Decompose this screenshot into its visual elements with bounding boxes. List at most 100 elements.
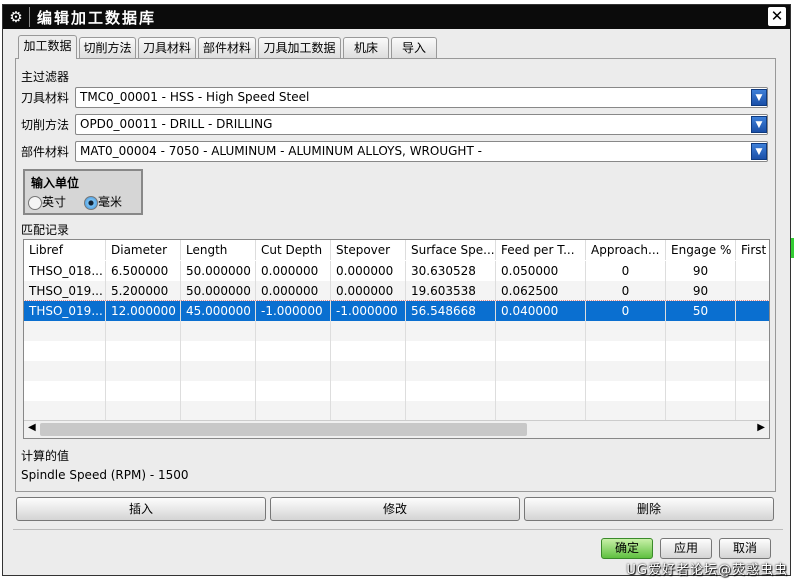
radio-icon[interactable] — [28, 195, 42, 210]
records-heading: 匹配记录 — [21, 223, 70, 237]
table-cell — [736, 361, 769, 381]
column-header[interactable]: Surface Spe... — [406, 240, 496, 260]
table-cell — [331, 381, 406, 401]
filter-heading: 主过滤器 — [21, 70, 70, 84]
table-cell — [106, 401, 181, 421]
column-header[interactable]: Stepover — [331, 240, 406, 260]
table-cell: 50.000000 — [181, 281, 256, 301]
table-cell: 60 — [736, 301, 769, 321]
cancel-button[interactable]: 取消 — [719, 538, 771, 559]
table-cell: 56.548668 — [406, 301, 496, 321]
table-cell: 0.040000 — [496, 301, 586, 321]
table-cell — [496, 401, 586, 421]
table-cell — [331, 401, 406, 421]
tab-tool-material[interactable]: 刀具材料 — [138, 37, 196, 59]
table-cell: 60 — [736, 281, 769, 301]
units-heading: 输入单位 — [31, 176, 80, 190]
table-cell — [406, 381, 496, 401]
ok-button[interactable]: 确定 — [601, 538, 653, 559]
empty-row — [24, 321, 769, 341]
table-cell: 90 — [666, 281, 736, 301]
delete-button[interactable]: 删除 — [524, 497, 774, 521]
computed-heading: 计算的值 — [21, 449, 70, 463]
table-cell: -1.000000 — [256, 301, 331, 321]
column-header[interactable]: Engage % — [666, 240, 736, 260]
table-cell: 60 — [736, 261, 769, 281]
table-cell — [666, 321, 736, 341]
chevron-down-icon[interactable]: ▼ — [751, 89, 767, 106]
table-cell — [106, 361, 181, 381]
empty-row — [24, 381, 769, 401]
column-header[interactable]: Length — [181, 240, 256, 260]
tab-import[interactable]: 导入 — [391, 37, 437, 59]
table-row[interactable]: THSO_019... 12.000000 45.000000 -1.000000 -1… — [24, 300, 769, 322]
table-cell — [586, 321, 666, 341]
table-cell: THSO_018... — [24, 261, 106, 281]
table-cell — [181, 401, 256, 421]
scroll-left-icon[interactable]: ◀ — [28, 422, 36, 433]
insert-button[interactable]: 插入 — [16, 497, 266, 521]
table-cell — [24, 321, 106, 341]
column-header[interactable]: Diameter — [106, 240, 181, 260]
table-cell — [586, 361, 666, 381]
radio-inch[interactable]: 英寸 — [28, 193, 66, 210]
modify-button[interactable]: 修改 — [270, 497, 520, 521]
table-row[interactable]: THSO_018... 6.500000 50.000000 0.000000 0.00… — [24, 261, 769, 281]
radio-mm[interactable]: 毫米 — [84, 193, 122, 210]
horizontal-scrollbar[interactable]: ◀ ▶ — [24, 420, 769, 438]
table-cell — [406, 361, 496, 381]
scroll-right-icon[interactable]: ▶ — [757, 422, 765, 433]
chevron-down-icon[interactable]: ▼ — [751, 116, 767, 133]
radio-inch-label: 英寸 — [42, 195, 67, 209]
table-cell: -1.000000 — [331, 301, 406, 321]
table-cell — [106, 341, 181, 361]
table-cell — [181, 321, 256, 341]
table-cell — [106, 321, 181, 341]
column-header[interactable]: Libref — [24, 240, 106, 260]
table-cell — [24, 381, 106, 401]
table-cell — [496, 381, 586, 401]
tab-cut-method[interactable]: 切削方法 — [79, 37, 136, 59]
table-cell — [181, 381, 256, 401]
scrollbar-thumb[interactable] — [40, 423, 527, 436]
table-cell — [256, 361, 331, 381]
tab-machine[interactable]: 机床 — [343, 37, 389, 59]
radio-selected-icon[interactable] — [84, 195, 98, 210]
table-cell — [736, 381, 769, 401]
part-material-label: 部件材料 — [21, 145, 70, 159]
table-row[interactable]: THSO_019... 5.200000 50.000000 0.000000 0.00… — [24, 281, 769, 301]
table-cell — [406, 321, 496, 341]
table-cell: 50.000000 — [181, 261, 256, 281]
table-cell: THSO_019... — [24, 281, 106, 301]
chevron-down-icon[interactable]: ▼ — [751, 143, 767, 160]
tool-material-value: TMC0_00001 - HSS - High Speed Steel — [80, 90, 310, 104]
part-material-select[interactable]: MAT0_00004 - 7050 - ALUMINUM - ALUMINUM … — [75, 141, 768, 162]
close-icon[interactable]: ✕ — [768, 7, 786, 26]
table-cell — [256, 381, 331, 401]
table-cell — [256, 321, 331, 341]
column-header[interactable]: Approach... — [586, 240, 666, 260]
table-cell: 0.000000 — [256, 281, 331, 301]
column-header[interactable]: Cut Depth — [256, 240, 331, 260]
table-cell: 50 — [666, 301, 736, 321]
records-table: Libref Diameter Length Cut Depth Stepover Sur… — [23, 239, 770, 439]
table-cell: 45.000000 — [181, 301, 256, 321]
tab-tool-machining-data[interactable]: 刀具加工数据 — [258, 37, 341, 59]
tab-part-material[interactable]: 部件材料 — [198, 37, 256, 59]
table-cell: 0.050000 — [496, 261, 586, 281]
table-cell: 90 — [666, 261, 736, 281]
table-cell — [406, 401, 496, 421]
table-cell — [666, 381, 736, 401]
tool-material-select[interactable]: TMC0_00001 - HSS - High Speed Steel ▼ — [75, 87, 768, 108]
divider — [13, 529, 783, 530]
table-cell — [24, 341, 106, 361]
cut-method-select[interactable]: OPD0_00011 - DRILL - DRILLING ▼ — [75, 114, 768, 135]
table-cell — [24, 401, 106, 421]
column-header[interactable]: First — [736, 240, 769, 260]
input-units-group: 输入单位 英寸 毫米 — [23, 169, 143, 215]
table-cell — [181, 341, 256, 361]
apply-button[interactable]: 应用 — [660, 538, 712, 559]
column-header[interactable]: Feed per T... — [496, 240, 586, 260]
tab-machining-data[interactable]: 加工数据 — [18, 35, 77, 59]
gear-icon[interactable]: ⚙ — [7, 8, 25, 26]
